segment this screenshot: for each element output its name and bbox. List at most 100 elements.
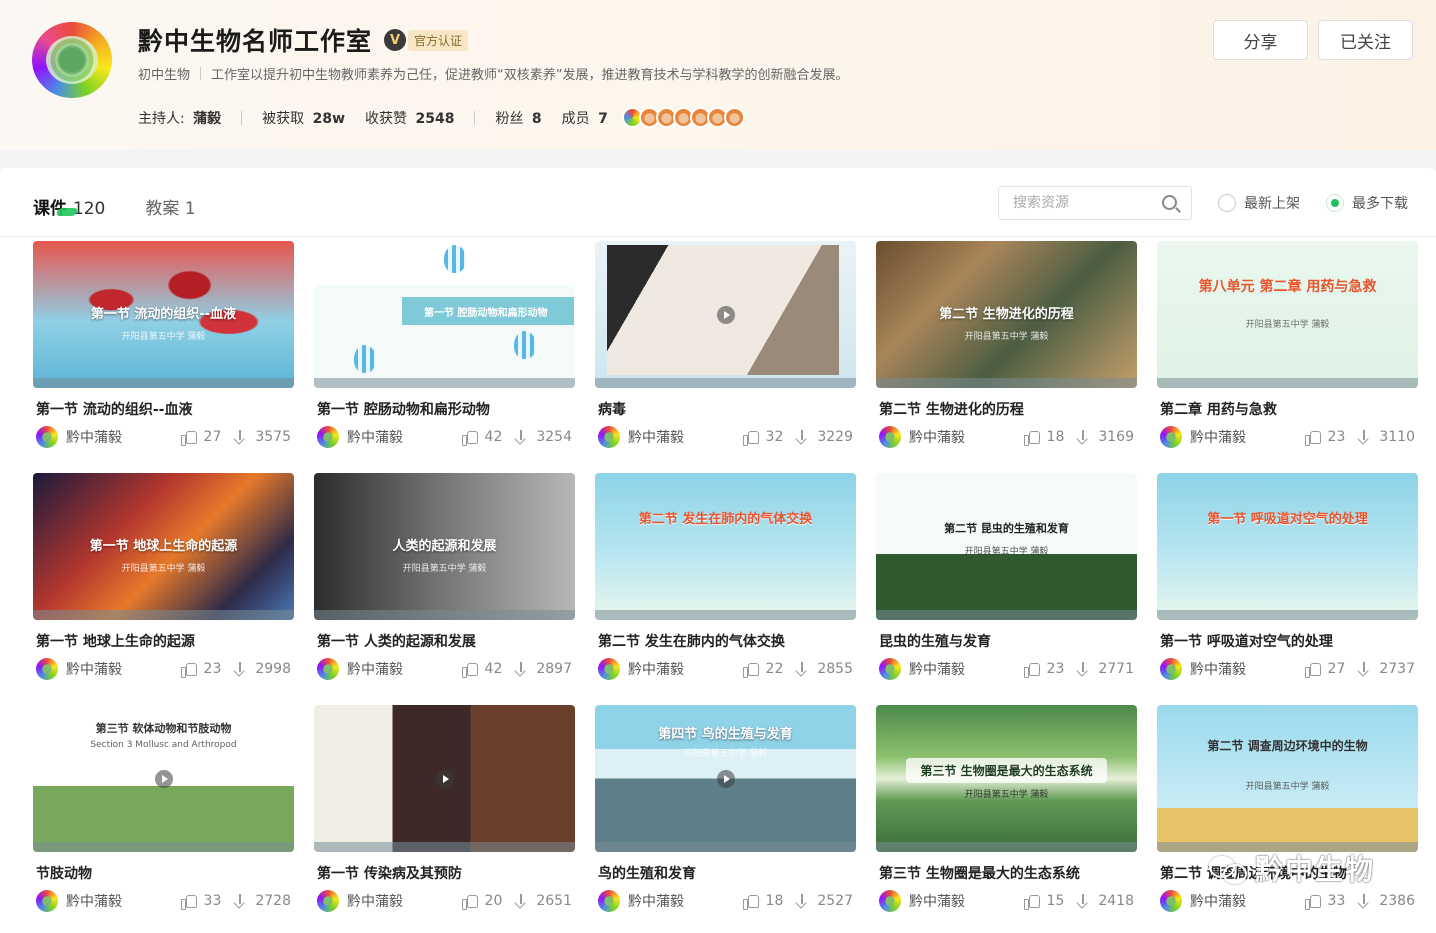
host-name[interactable]: 蒲毅 bbox=[193, 111, 221, 127]
course-thumbnail[interactable]: 第二节 调查周边环境中的生物 开阳县第五中学 蒲毅 bbox=[1157, 705, 1418, 852]
play-icon[interactable] bbox=[154, 769, 173, 788]
course-thumbnail[interactable]: 第二节 发生在肺内的气体交换 bbox=[595, 473, 856, 620]
course-title[interactable]: 第一节 人类的起源和发展 bbox=[317, 631, 575, 651]
author-name[interactable]: 黔中蒲毅 bbox=[909, 427, 965, 447]
course-card[interactable]: 病毒 黔中蒲毅 32 3229 bbox=[595, 241, 856, 473]
author-name[interactable]: 黔中蒲毅 bbox=[347, 659, 403, 679]
author-name[interactable]: 黔中蒲毅 bbox=[66, 891, 122, 911]
author-name[interactable]: 黔中蒲毅 bbox=[1190, 659, 1246, 679]
course-title[interactable]: 第三节 生物圈是最大的生态系统 bbox=[879, 863, 1137, 883]
author-name[interactable]: 黔中蒲毅 bbox=[1190, 891, 1246, 911]
author-avatar[interactable] bbox=[1160, 426, 1182, 448]
course-thumbnail[interactable]: 第二节 昆虫的生殖和发育 开阳县第五中学 蒲毅 bbox=[876, 473, 1137, 620]
author-avatar[interactable] bbox=[36, 426, 58, 448]
author-name[interactable]: 黔中蒲毅 bbox=[628, 891, 684, 911]
author-name[interactable]: 黔中蒲毅 bbox=[909, 659, 965, 679]
course-title[interactable]: 病毒 bbox=[598, 399, 856, 419]
course-thumbnail[interactable] bbox=[314, 705, 575, 852]
course-card[interactable]: 人类的起源和发展 开阳县第五中学 蒲毅 第一节 人类的起源和发展 黔中蒲毅 42… bbox=[314, 473, 575, 705]
course-card[interactable]: 第二节 调查周边环境中的生物 开阳县第五中学 蒲毅 第二节 调查周边环境中的生物… bbox=[1157, 705, 1418, 933]
author-name[interactable]: 黔中蒲毅 bbox=[66, 427, 122, 447]
course-thumbnail[interactable]: 第一节 腔肠动物和扁形动物 第一节 腔肠动物和扁形动物 bbox=[314, 241, 575, 388]
author-avatar[interactable] bbox=[879, 658, 901, 680]
course-thumbnail[interactable]: 第四节 鸟的生殖与发育 开阳县第五中学 蒲毅 bbox=[595, 705, 856, 852]
members-stat[interactable]: 成员 7 bbox=[562, 108, 608, 128]
download-icon bbox=[514, 662, 528, 676]
course-title[interactable]: 第二章 用药与急救 bbox=[1160, 399, 1418, 419]
course-card[interactable]: 第二节 生物进化的历程 开阳县第五中学 蒲毅 第二节 生物进化的历程 黔中蒲毅 … bbox=[876, 241, 1137, 473]
course-card[interactable]: 第三节 软体动物和节肢动物 Section 3 Mollusc and Arth… bbox=[33, 705, 294, 933]
member-avatars[interactable] bbox=[621, 107, 745, 128]
member-avatar[interactable] bbox=[723, 107, 745, 128]
course-thumbnail[interactable]: 第三节 生物圈是最大的生态系统 开阳县第五中学 蒲毅 bbox=[876, 705, 1137, 852]
download-icon bbox=[795, 894, 809, 908]
play-icon[interactable] bbox=[435, 769, 454, 788]
course-card[interactable]: 第二节 发生在肺内的气体交换 第二节 发生在肺内的气体交换 黔中蒲毅 22 28… bbox=[595, 473, 856, 705]
course-thumbnail[interactable] bbox=[595, 241, 856, 388]
tab-lesson-plan[interactable]: 教案 1 bbox=[145, 194, 195, 219]
author-avatar[interactable] bbox=[36, 658, 58, 680]
author-avatar[interactable] bbox=[317, 426, 339, 448]
radio-newest[interactable] bbox=[1218, 194, 1236, 212]
course-card[interactable]: 第一节 呼吸道对空气的处理 第一节 呼吸道对空气的处理 黔中蒲毅 27 2737 bbox=[1157, 473, 1418, 705]
author-name[interactable]: 黔中蒲毅 bbox=[1190, 427, 1246, 447]
course-card[interactable]: 第一节 地球上生命的起源 开阳县第五中学 蒲毅 第一节 地球上生命的起源 黔中蒲… bbox=[33, 473, 294, 705]
author-avatar[interactable] bbox=[36, 890, 58, 912]
author-avatar[interactable] bbox=[598, 426, 620, 448]
author-avatar[interactable] bbox=[317, 890, 339, 912]
course-title[interactable]: 第一节 流动的组织--血液 bbox=[36, 399, 294, 419]
fans-stat[interactable]: 粉丝 8 bbox=[495, 108, 541, 128]
course-title[interactable]: 第一节 腔肠动物和扁形动物 bbox=[317, 399, 575, 419]
sort-most-label: 最多下载 bbox=[1352, 196, 1408, 212]
course-title[interactable]: 节肢动物 bbox=[36, 863, 294, 883]
course-thumbnail[interactable]: 第一节 地球上生命的起源 开阳县第五中学 蒲毅 bbox=[33, 473, 294, 620]
course-card[interactable]: 第二节 昆虫的生殖和发育 开阳县第五中学 蒲毅 昆虫的生殖与发育 黔中蒲毅 23… bbox=[876, 473, 1137, 705]
course-title[interactable]: 第二节 发生在肺内的气体交换 bbox=[598, 631, 856, 651]
course-title[interactable]: 第一节 传染病及其预防 bbox=[317, 863, 575, 883]
author-name[interactable]: 黔中蒲毅 bbox=[628, 659, 684, 679]
course-card[interactable]: 第三节 生物圈是最大的生态系统 开阳县第五中学 蒲毅 第三节 生物圈是最大的生态… bbox=[876, 705, 1137, 933]
studio-description: 工作室以提升初中生物教师素养为己任，促进教师“双核素养”发展，推进教育技术与学科… bbox=[211, 68, 849, 83]
course-card[interactable]: 第一节 流动的组织--血液 开阳县第五中学 蒲毅 第一节 流动的组织--血液 黔… bbox=[33, 241, 294, 473]
author-name[interactable]: 黔中蒲毅 bbox=[909, 891, 965, 911]
author-avatar[interactable] bbox=[598, 890, 620, 912]
course-title[interactable]: 第二节 调查周边环境中的生物 bbox=[1160, 863, 1418, 883]
course-thumbnail[interactable]: 人类的起源和发展 开阳县第五中学 蒲毅 bbox=[314, 473, 575, 620]
play-icon[interactable] bbox=[716, 769, 735, 788]
course-thumbnail[interactable]: 第三节 软体动物和节肢动物 Section 3 Mollusc and Arth… bbox=[33, 705, 294, 852]
course-title[interactable]: 第一节 地球上生命的起源 bbox=[36, 631, 294, 651]
course-card[interactable]: 第一节 腔肠动物和扁形动物 第一节 腔肠动物和扁形动物 第一节 腔肠动物和扁形动… bbox=[314, 241, 575, 473]
tab-courseware[interactable]: 课件 120 bbox=[33, 194, 105, 219]
studio-avatar[interactable] bbox=[32, 22, 112, 98]
search-icon[interactable] bbox=[1162, 195, 1177, 210]
sort-newest[interactable]: 最新上架 bbox=[1218, 193, 1300, 213]
course-card[interactable]: 第八单元 第二章 用药与急救 开阳县第五中学 蒲毅 第二章 用药与急救 黔中蒲毅… bbox=[1157, 241, 1418, 473]
search-box[interactable] bbox=[998, 186, 1192, 220]
play-icon[interactable] bbox=[716, 305, 735, 324]
author-avatar[interactable] bbox=[879, 890, 901, 912]
course-thumbnail[interactable]: 第八单元 第二章 用药与急救 开阳县第五中学 蒲毅 bbox=[1157, 241, 1418, 388]
course-thumbnail[interactable]: 第一节 呼吸道对空气的处理 bbox=[1157, 473, 1418, 620]
course-card[interactable]: 第四节 鸟的生殖与发育 开阳县第五中学 蒲毅 鸟的生殖和发育 黔中蒲毅 18 2… bbox=[595, 705, 856, 933]
author-avatar[interactable] bbox=[1160, 890, 1182, 912]
radio-most-downloads[interactable] bbox=[1326, 194, 1344, 212]
author-name[interactable]: 黔中蒲毅 bbox=[347, 427, 403, 447]
author-avatar[interactable] bbox=[598, 658, 620, 680]
course-title[interactable]: 第二节 生物进化的历程 bbox=[879, 399, 1137, 419]
author-name[interactable]: 黔中蒲毅 bbox=[66, 659, 122, 679]
author-avatar[interactable] bbox=[879, 426, 901, 448]
author-name[interactable]: 黔中蒲毅 bbox=[347, 891, 403, 911]
course-thumbnail[interactable]: 第二节 生物进化的历程 开阳县第五中学 蒲毅 bbox=[876, 241, 1137, 388]
author-avatar[interactable] bbox=[1160, 658, 1182, 680]
search-input[interactable] bbox=[999, 187, 1149, 219]
course-title[interactable]: 鸟的生殖和发育 bbox=[598, 863, 856, 883]
sort-most-downloads[interactable]: 最多下载 bbox=[1326, 193, 1408, 213]
author-name[interactable]: 黔中蒲毅 bbox=[628, 427, 684, 447]
course-card[interactable]: 第一节 传染病及其预防 黔中蒲毅 20 2651 bbox=[314, 705, 575, 933]
course-title[interactable]: 第一节 呼吸道对空气的处理 bbox=[1160, 631, 1418, 651]
author-avatar[interactable] bbox=[317, 658, 339, 680]
course-thumbnail[interactable]: 第一节 流动的组织--血液 开阳县第五中学 蒲毅 bbox=[33, 241, 294, 388]
share-button[interactable]: 分享 bbox=[1213, 20, 1308, 60]
follow-button[interactable]: 已关注 bbox=[1318, 20, 1413, 60]
course-title[interactable]: 昆虫的生殖与发育 bbox=[879, 631, 1137, 651]
